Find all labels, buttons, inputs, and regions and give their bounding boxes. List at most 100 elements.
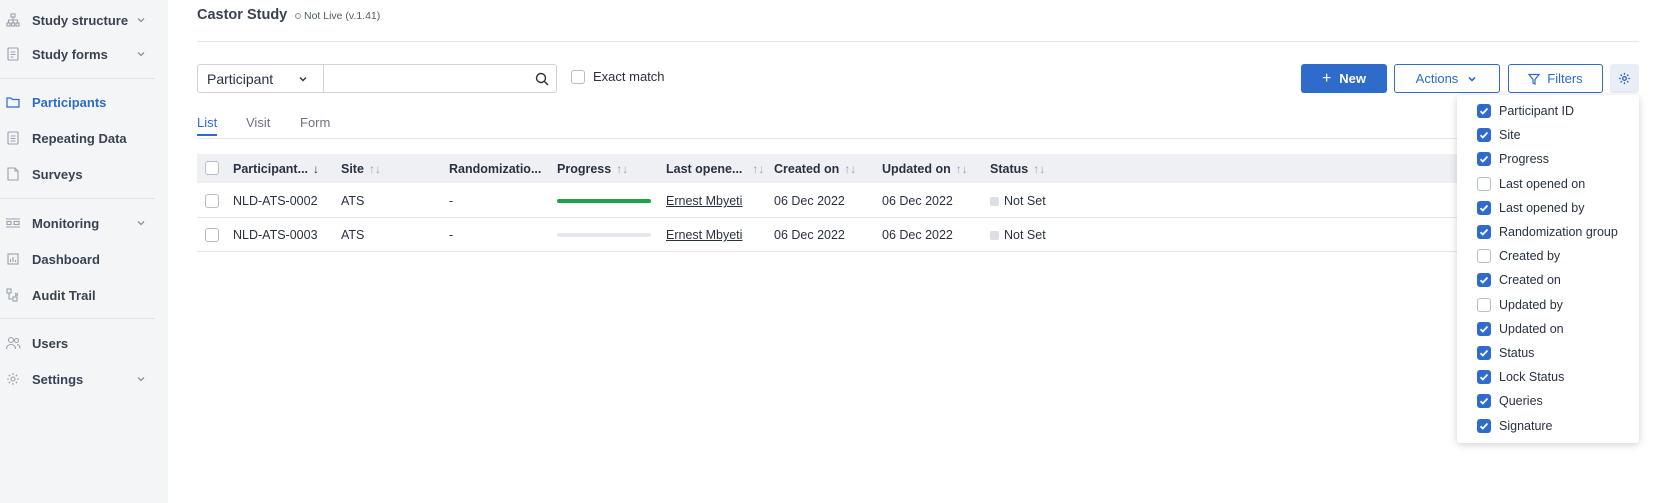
checked-checkbox[interactable] [1477,321,1491,336]
tab-form[interactable]: Form [300,115,330,130]
table-row[interactable]: NLD-ATS-0003 ATS - Ernest Mbyeti 06 Dec … [197,218,1457,252]
table-row[interactable]: NLD-ATS-0002 ATS - Ernest Mbyeti 06 Dec … [197,184,1457,218]
exact-match-checkbox[interactable] [571,69,585,84]
progress-bar [557,233,651,237]
survey-icon [5,166,21,182]
tabs-divider [197,138,1457,139]
sidebar-item-audit-trail[interactable]: Audit Trail [0,283,155,307]
filter-icon [1528,73,1541,85]
status-cell: Not Set [990,184,1046,218]
checked-checkbox[interactable] [1477,225,1491,239]
checked-checkbox[interactable] [1477,128,1491,143]
column-header-label: Site [341,161,364,176]
actions-button-label: Actions [1415,71,1459,86]
randomization-cell: - [449,228,454,242]
filters-button[interactable]: Filters [1508,64,1603,93]
new-button[interactable]: + New [1301,64,1387,93]
column-option-label: Updated on [1499,321,1564,336]
column-option[interactable]: Updated by [1477,297,1563,312]
checked-checkbox[interactable] [1477,200,1491,215]
unchecked-checkbox[interactable] [1477,297,1491,312]
sidebar-item-study-structure[interactable]: Study structure [0,8,155,32]
status-text: Not Set [1004,228,1046,242]
gear-icon [1618,72,1631,85]
sidebar-item-study-forms[interactable]: Study forms [0,42,155,66]
column-header-updated-on[interactable]: Updated on ↑↓ [882,154,968,183]
checked-checkbox[interactable] [1477,104,1491,118]
progress-bar [557,199,651,203]
column-option-label: Updated by [1499,297,1563,312]
column-header-participant[interactable]: Participant... ↓ [233,154,319,183]
column-option[interactable]: Updated on [1477,321,1564,336]
column-option[interactable]: Last opened by [1477,200,1585,215]
checked-checkbox[interactable] [1477,273,1491,288]
column-option[interactable]: Lock Status [1477,370,1564,385]
sidebar-item-dashboard[interactable]: Dashboard [0,247,155,271]
study-status: Not Live (v.1.41) [295,10,380,22]
sidebar-item-users[interactable]: Users [0,331,155,355]
site-cell: ATS [341,228,365,242]
column-option[interactable]: Last opened on [1477,176,1585,191]
sidebar-item-monitoring[interactable]: Monitoring [0,211,155,235]
checked-checkbox[interactable] [1477,152,1491,167]
row-checkbox[interactable] [205,228,219,242]
gear-icon [5,371,21,387]
checked-checkbox[interactable] [1477,370,1491,385]
tab-visit[interactable]: Visit [246,115,270,130]
status-indicator-icon [990,196,999,206]
column-option[interactable]: Progress [1477,152,1549,167]
column-option[interactable]: Created by [1477,249,1560,264]
column-header-randomization[interactable]: Randomizatio... [449,154,541,183]
last-opened-by-link[interactable]: Ernest Mbyeti [666,184,742,218]
column-option[interactable]: Signature [1477,418,1553,433]
exact-match-label: Exact match [593,69,665,84]
column-option[interactable]: Participant ID [1477,104,1574,118]
sidebar-divider [0,198,155,199]
checked-checkbox[interactable] [1477,394,1491,409]
sidebar-item-label: Monitoring [32,215,100,231]
select-all-checkbox[interactable] [205,161,219,175]
checked-checkbox[interactable] [1477,346,1491,360]
checked-checkbox[interactable] [1477,418,1491,433]
column-header-site[interactable]: Site ↑↓ [341,154,381,183]
updated-on-cell: 06 Dec 2022 [882,228,953,242]
column-header-progress[interactable]: Progress ↑↓ [557,154,628,183]
column-option[interactable]: Status [1477,346,1534,360]
active-tab-indicator [197,134,217,136]
column-option[interactable]: Randomization group [1477,225,1618,239]
last-opened-by-link[interactable]: Ernest Mbyeti [666,218,742,252]
column-header-status[interactable]: Status ↑↓ [990,154,1045,183]
updated-on-cell: 06 Dec 2022 [882,194,953,208]
search-field-select[interactable]: Participant [198,65,324,92]
sidebar-item-repeating-data[interactable]: Repeating Data [0,126,155,150]
sidebar-item-participants[interactable]: Participants [0,90,155,114]
participant-id-cell[interactable]: NLD-ATS-0002 [233,184,318,218]
users-icon [5,335,21,351]
progress-cell [557,218,651,252]
participant-id-cell[interactable]: NLD-ATS-0003 [233,218,318,252]
column-header-created-on[interactable]: Created on ↑↓ [774,154,856,183]
unchecked-checkbox[interactable] [1477,249,1491,264]
sidebar-item-surveys[interactable]: Surveys [0,162,155,186]
column-settings-button[interactable] [1610,64,1639,93]
search-input[interactable] [324,65,528,92]
row-checkbox[interactable] [205,194,219,208]
column-option[interactable]: Queries [1477,394,1543,409]
sort-icon: ↑↓ [368,161,381,176]
tab-list[interactable]: List [197,115,217,130]
column-header-label: Participant... [233,161,309,176]
created-on-cell: 06 Dec 2022 [774,194,845,208]
column-option-label: Queries [1499,394,1543,409]
sidebar-item-label: Surveys [32,166,83,182]
exact-match-option[interactable]: Exact match [571,69,665,84]
search-icon[interactable] [528,65,556,92]
new-button-label: New [1339,71,1367,86]
column-option[interactable]: Site [1477,128,1521,143]
column-header-label: Created on [774,161,840,176]
actions-button[interactable]: Actions [1394,64,1500,93]
column-header-last-opened[interactable]: Last opene... ↑↓ [666,154,764,183]
search-group: Participant [197,64,557,93]
sidebar-item-settings[interactable]: Settings [0,367,155,391]
unchecked-checkbox[interactable] [1477,176,1491,191]
column-option[interactable]: Created on [1477,273,1561,288]
